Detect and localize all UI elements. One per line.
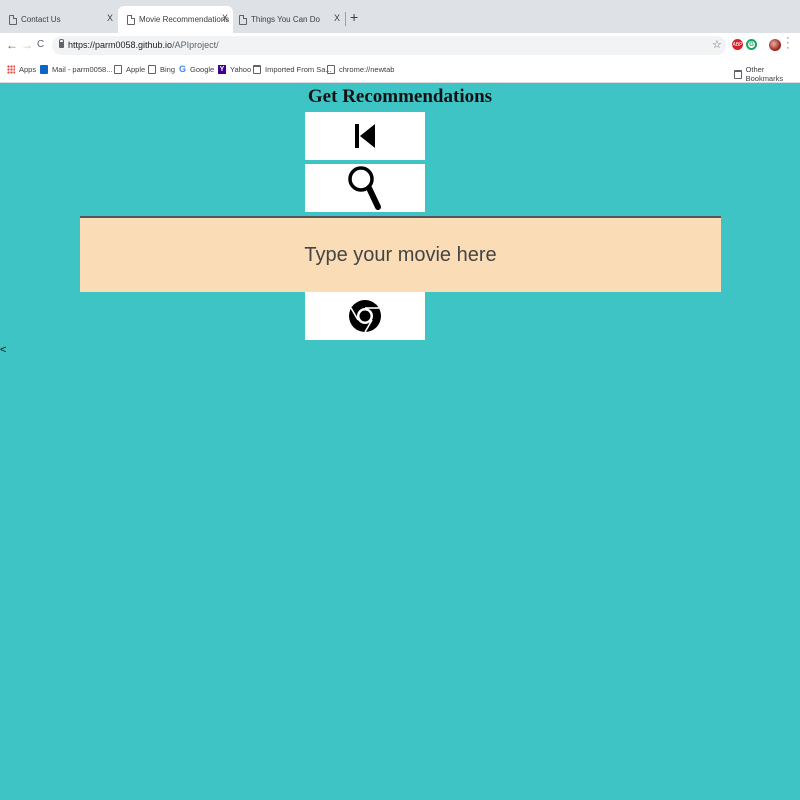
bookmarks-bar: Apps Mail - parm0058... Apple Bing G Goo… (0, 59, 800, 83)
bookmark-yahoo[interactable]: Y Yahoo (218, 65, 251, 74)
bookmark-label: Google (190, 65, 215, 74)
bookmark-label: Mail - parm0058... (52, 65, 113, 74)
bookmark-newtab[interactable]: chrome://newtab (327, 65, 394, 74)
apps-icon (7, 65, 15, 74)
chrome-icon (349, 300, 381, 333)
tab-contact-us[interactable]: Contact Us X (0, 6, 118, 33)
bookmark-label: Other Bookmarks (745, 65, 784, 83)
page-icon (327, 65, 335, 74)
browser-toolbar: ← → C https://parm0058.github.io/APIproj… (0, 33, 800, 59)
tab-label: Things You Can Do (251, 15, 320, 24)
skip-back-icon (355, 124, 375, 148)
tab-label: Contact Us (21, 15, 61, 24)
other-bookmarks[interactable]: Other Bookmarks (734, 65, 800, 83)
bookmark-label: Apps (19, 65, 37, 74)
tab-things-you-can-do[interactable]: Things You Can Do X (230, 6, 345, 33)
bookmark-apps[interactable]: Apps (7, 65, 36, 74)
previous-button[interactable] (305, 112, 425, 160)
page-icon (9, 14, 17, 25)
page-icon (127, 14, 135, 25)
bookmark-bing[interactable]: Bing (148, 65, 175, 74)
bookmark-label: Imported From Sa... (265, 65, 332, 74)
forward-button[interactable]: → (21, 38, 33, 52)
bookmark-star-icon[interactable]: ☆ (712, 38, 722, 51)
stray-text: < (0, 344, 7, 356)
close-tab-icon[interactable]: X (107, 13, 113, 23)
bookmark-label: Bing (160, 65, 176, 74)
chrome-menu-icon[interactable]: · · · (786, 33, 790, 54)
bookmark-google[interactable]: G Google (179, 64, 215, 75)
address-bar[interactable]: https://parm0058.github.io/APIproject/ (52, 36, 726, 55)
profile-avatar[interactable] (769, 39, 781, 51)
bookmark-label: Apple (126, 65, 146, 74)
folder-icon (734, 69, 742, 79)
close-tab-icon[interactable]: X (222, 13, 228, 23)
chrome-button[interactable] (305, 292, 425, 340)
tab-movie-recommendations[interactable]: Movie Recommendations X (118, 6, 233, 33)
back-button[interactable]: ← (6, 38, 18, 52)
grammarly-extension-icon[interactable]: G (746, 39, 757, 50)
url-path: /APIproject/ (172, 40, 219, 50)
lock-icon (59, 39, 64, 48)
bookmark-label: Yahoo (230, 65, 252, 74)
page-title: Get Recommendations (307, 86, 493, 107)
page-icon (148, 65, 156, 74)
search-button[interactable] (305, 164, 425, 212)
bookmark-imported-folder[interactable]: Imported From Sa... (253, 65, 332, 74)
adblock-extension-icon[interactable]: ABP (732, 39, 743, 50)
mail-icon (40, 65, 48, 74)
new-tab-button[interactable]: + (350, 9, 358, 25)
bookmark-label: chrome://newtab (339, 65, 395, 74)
page-icon (114, 65, 122, 74)
close-tab-icon[interactable]: X (334, 13, 340, 23)
movie-search-input[interactable] (80, 216, 721, 292)
folder-icon (253, 65, 261, 74)
tab-divider (345, 12, 346, 26)
browser-tab-strip: Contact Us X Movie Recommendations X Thi… (0, 0, 800, 33)
url-host: https://parm0058.github.io (68, 40, 173, 50)
bookmark-mail[interactable]: Mail - parm0058... (40, 65, 112, 74)
reload-button[interactable]: C (37, 39, 44, 50)
url-text: https://parm0058.github.io/APIproject/ (68, 40, 219, 50)
tab-label: Movie Recommendations (139, 15, 230, 24)
google-icon: G (179, 64, 187, 74)
yahoo-icon: Y (218, 65, 226, 74)
bookmark-apple[interactable]: Apple (114, 65, 145, 74)
search-icon (348, 166, 381, 210)
page-icon (239, 14, 247, 25)
